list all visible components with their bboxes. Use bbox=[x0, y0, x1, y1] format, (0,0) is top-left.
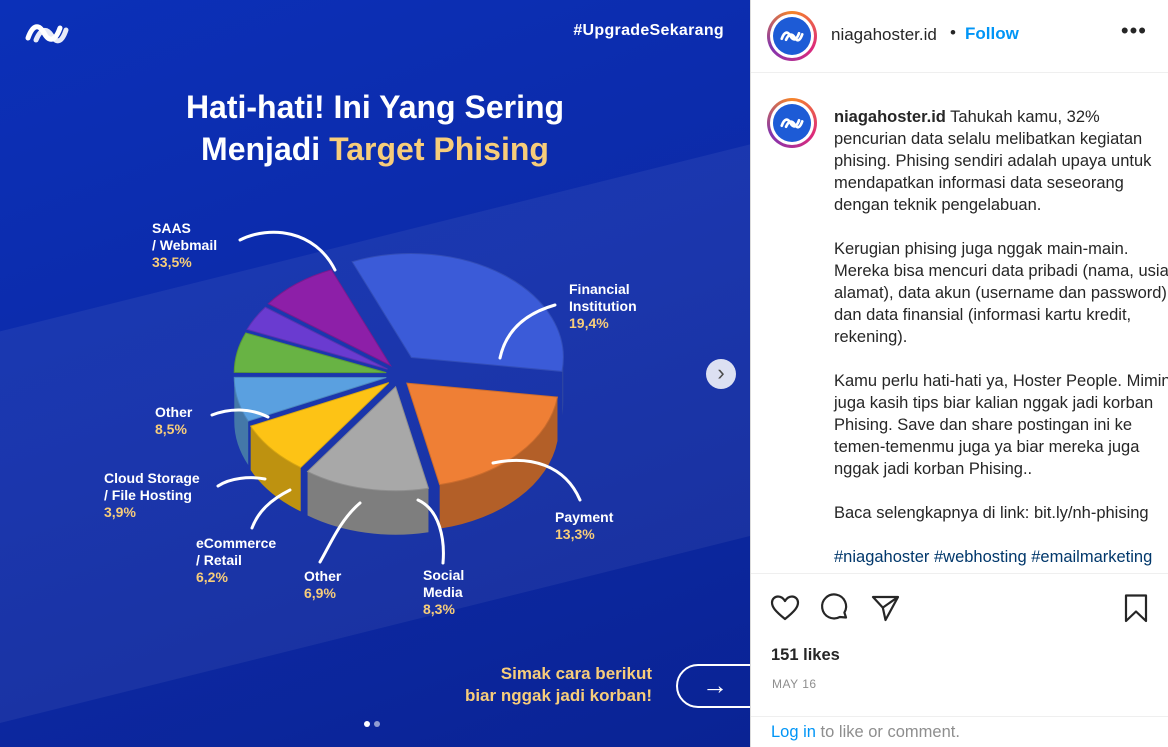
pie-top-layer bbox=[233, 253, 564, 492]
post-image[interactable]: #UpgradeSekarang Hati-hati! Ini Yang Ser… bbox=[0, 0, 750, 747]
label-saas-webmail: SAAS / Webmail 33,5% bbox=[152, 220, 217, 271]
label-financial-pct: 19,4% bbox=[569, 315, 609, 331]
caption-text: niagahoster.id Tahukah kamu, 32% pencuri… bbox=[834, 106, 1168, 573]
caption-paragraph-2: Kerugian phising juga nggak main-main. M… bbox=[834, 240, 1168, 346]
caption-username[interactable]: niagahoster.id bbox=[834, 108, 946, 126]
likes-count[interactable]: 151 likes bbox=[771, 646, 840, 665]
instagram-post-view: #UpgradeSekarang Hati-hati! Ini Yang Ser… bbox=[0, 0, 1168, 747]
paper-plane-icon[interactable] bbox=[869, 592, 901, 624]
caption-paragraph-3: Kamu perlu hati-hati ya, Hoster People. … bbox=[834, 372, 1168, 478]
label-financial-line2: Institution bbox=[569, 298, 637, 314]
label-social-line2: Media bbox=[423, 584, 463, 600]
carousel-next-button[interactable]: › bbox=[706, 359, 736, 389]
login-suffix: to like or comment. bbox=[815, 723, 960, 741]
pie-chart bbox=[210, 230, 582, 565]
label-saas-line1: SAAS bbox=[152, 220, 191, 236]
label-cloud-line1: Cloud Storage bbox=[104, 470, 200, 486]
cta-arrow-button[interactable]: → bbox=[676, 664, 750, 708]
carousel-dot-active bbox=[364, 721, 370, 727]
label-other-bottom-pct: 6,9% bbox=[304, 585, 336, 601]
caption-area[interactable]: niagahoster.id Tahukah kamu, 32% pencuri… bbox=[751, 73, 1168, 573]
post-sidebar: niagahoster.id • Follow ••• niagahoster.… bbox=[750, 0, 1168, 747]
label-other-bottom: Other 6,9% bbox=[304, 568, 341, 602]
label-saas-pct: 33,5% bbox=[152, 254, 192, 270]
heart-icon[interactable] bbox=[769, 592, 801, 624]
label-cloud-line2: / File Hosting bbox=[104, 487, 192, 503]
label-social-media: Social Media 8,3% bbox=[423, 567, 464, 618]
arrow-right-icon: → bbox=[702, 670, 728, 700]
niagahoster-logo-icon bbox=[780, 118, 804, 129]
caption-hashtags[interactable]: #niagahoster #webhosting #emailmarketing bbox=[834, 546, 1168, 568]
comment-icon[interactable] bbox=[819, 592, 851, 624]
label-other-bottom-line1: Other bbox=[304, 568, 342, 584]
more-options-icon[interactable]: ••• bbox=[1121, 18, 1147, 44]
login-link[interactable]: Log in bbox=[771, 723, 816, 741]
label-social-pct: 8,3% bbox=[423, 601, 455, 617]
label-ecommerce-line1: eCommerce bbox=[196, 535, 277, 551]
label-ecommerce-pct: 6,2% bbox=[196, 569, 228, 585]
caption-paragraph-4: Baca selengkapnya di link: bit.ly/nh-phi… bbox=[834, 504, 1149, 522]
cta-line-1: Simak cara berikut bbox=[500, 664, 652, 683]
label-social-line1: Social bbox=[423, 567, 465, 583]
caption-avatar[interactable] bbox=[767, 98, 817, 148]
carousel-indicator bbox=[364, 721, 380, 727]
label-other-left-pct: 8,5% bbox=[155, 421, 187, 437]
label-other-left-line1: Other bbox=[155, 404, 193, 420]
label-arrow bbox=[216, 476, 267, 488]
label-payment-pct: 13,3% bbox=[555, 526, 595, 542]
label-payment: Payment 13,3% bbox=[555, 509, 613, 543]
login-prompt: Log in to like or comment. bbox=[751, 716, 1168, 747]
separator-dot: • bbox=[950, 23, 956, 42]
bookmark-icon[interactable] bbox=[1120, 592, 1152, 624]
label-other-left: Other 8,5% bbox=[155, 404, 192, 438]
follow-button[interactable]: Follow bbox=[965, 24, 1019, 44]
carousel-dot bbox=[374, 721, 380, 727]
label-cloud-pct: 3,9% bbox=[104, 504, 136, 520]
label-ecommerce-retail: eCommerce / Retail 6,2% bbox=[196, 535, 276, 586]
label-saas-line2: / Webmail bbox=[152, 237, 218, 253]
label-financial-line1: Financial bbox=[569, 281, 630, 297]
cta-text: Simak cara berikut biar nggak jadi korba… bbox=[420, 663, 652, 707]
label-payment-line1: Payment bbox=[555, 509, 614, 525]
post-actions: 151 likes MAY 16 Log in to like or comme… bbox=[751, 573, 1168, 741]
label-cloud-storage: Cloud Storage / File Hosting 3,9% bbox=[104, 470, 200, 521]
label-ecommerce-line2: / Retail bbox=[196, 552, 242, 568]
label-financial-institution: Financial Institution 19,4% bbox=[569, 281, 637, 332]
caption-paragraph: niagahoster.id Tahukah kamu, 32% pencuri… bbox=[834, 106, 1168, 216]
post-date: MAY 16 bbox=[772, 677, 817, 691]
username-link[interactable]: niagahoster.id bbox=[831, 25, 937, 45]
label-arrow bbox=[238, 230, 337, 272]
cta-line-2: biar nggak jadi korban! bbox=[464, 686, 652, 705]
chevron-right-icon: › bbox=[717, 360, 725, 385]
niagahoster-logo-icon bbox=[780, 31, 804, 42]
post-header: niagahoster.id • Follow ••• bbox=[751, 0, 1168, 73]
avatar[interactable] bbox=[767, 11, 817, 61]
